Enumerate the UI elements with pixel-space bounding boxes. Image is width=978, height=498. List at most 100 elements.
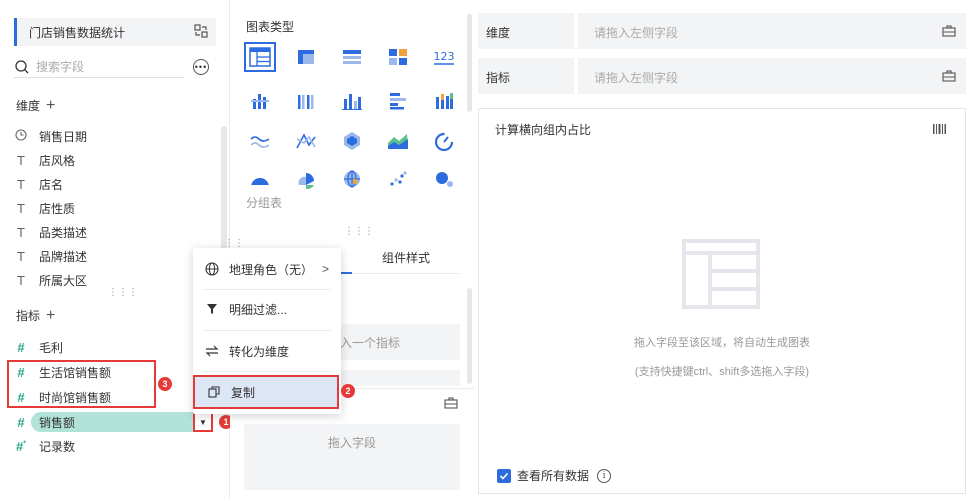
chart-type-bubble[interactable] bbox=[428, 164, 460, 194]
chart-type-detail-table[interactable] bbox=[336, 42, 368, 72]
chart-type-scrollbar[interactable] bbox=[467, 14, 472, 112]
rose-chart-icon bbox=[298, 173, 314, 189]
dimension-field[interactable]: T 品牌描述 bbox=[14, 246, 87, 266]
chart-type-map[interactable] bbox=[336, 164, 368, 194]
info-icon[interactable]: i bbox=[597, 468, 612, 483]
grouped-bar-icon bbox=[298, 95, 314, 109]
menu-divider bbox=[203, 330, 331, 331]
filter-icon bbox=[205, 303, 219, 315]
annotation-badge-3: 3 bbox=[158, 377, 172, 391]
chart-type-column[interactable] bbox=[336, 86, 368, 116]
stacked-column-icon bbox=[436, 93, 453, 109]
dataset-name: 门店销售数据统计 bbox=[29, 25, 126, 40]
view-all-data-row[interactable]: 查看所有数据 i bbox=[497, 467, 612, 484]
empty-hint: 拖入字段至该区域，将自动生成图表 bbox=[634, 337, 810, 349]
map-globe-icon bbox=[344, 170, 360, 188]
dataset-selector[interactable]: 门店销售数据统计 bbox=[14, 18, 216, 46]
menu-item-geo-role[interactable]: 地理角色（无） > bbox=[193, 252, 341, 286]
chart-type-kpi-panel[interactable] bbox=[382, 42, 414, 72]
switch-dataset-icon[interactable] bbox=[194, 24, 208, 38]
cross-table-icon bbox=[298, 50, 314, 64]
chart-type-cross-table[interactable] bbox=[290, 42, 322, 72]
chart-type-line[interactable] bbox=[244, 126, 276, 156]
broken-line-icon bbox=[296, 133, 316, 149]
panel-resize-handle[interactable]: ⋮⋮⋮ bbox=[344, 226, 374, 237]
text-type-icon: T bbox=[17, 248, 25, 264]
area-chart-icon bbox=[388, 134, 408, 149]
chart-type-area[interactable] bbox=[382, 126, 414, 156]
add-dimension-icon[interactable]: + bbox=[46, 97, 55, 114]
measure-shelf-placeholder: 请拖入左侧字段 bbox=[594, 71, 679, 85]
menu-item-copy[interactable]: 复制 bbox=[193, 375, 339, 409]
radar-chart-icon bbox=[344, 132, 360, 150]
empty-chart-illustration bbox=[682, 239, 760, 309]
resize-handle[interactable]: ⋮⋮⋮ bbox=[108, 287, 138, 298]
briefcase-icon[interactable] bbox=[942, 70, 956, 82]
briefcase-icon[interactable] bbox=[444, 397, 458, 409]
chart-type-indicator-card[interactable]: 123 bbox=[428, 42, 460, 72]
number-card-icon: 123 bbox=[434, 50, 455, 65]
add-measure-icon[interactable]: + bbox=[46, 307, 55, 324]
field-drop-zone[interactable]: 拖入字段 bbox=[244, 424, 460, 490]
copy-icon bbox=[207, 386, 221, 398]
measure-field[interactable]: # 毛利 bbox=[14, 337, 63, 357]
dimension-field[interactable]: T 店名 bbox=[14, 174, 63, 194]
measure-shelf[interactable]: 指标 请拖入左侧字段 bbox=[478, 58, 966, 94]
text-type-icon: T bbox=[17, 272, 25, 288]
menu-item-detail-filter[interactable]: 明细过滤... bbox=[193, 292, 341, 326]
view-all-checkbox[interactable] bbox=[497, 468, 511, 483]
dimension-field[interactable]: T 店性质 bbox=[14, 198, 75, 218]
chart-type-horizontal-bar[interactable] bbox=[382, 86, 414, 116]
measure-field[interactable]: #* 记录数 bbox=[14, 436, 75, 456]
field-search[interactable]: 搜索字段 bbox=[14, 56, 184, 78]
text-type-icon: T bbox=[17, 224, 25, 240]
chart-type-pie[interactable] bbox=[244, 164, 276, 194]
chart-type-radar[interactable] bbox=[336, 126, 368, 156]
svg-text:123: 123 bbox=[434, 50, 455, 63]
more-options-icon[interactable]: ••• bbox=[193, 59, 209, 75]
barcode-icon[interactable] bbox=[933, 123, 947, 135]
app-root: 门店销售数据统计 搜索字段 ••• 维度 + 销售日期 T 店风格 T 店名 T… bbox=[0, 0, 978, 498]
field-context-menu: 地理角色（无） > 明细过滤... 转化为维度 复制 bbox=[193, 248, 341, 414]
chart-type-rose[interactable] bbox=[290, 164, 322, 194]
dimension-field[interactable]: 销售日期 bbox=[14, 126, 87, 146]
detail-table-icon bbox=[343, 50, 361, 64]
search-input[interactable]: 搜索字段 bbox=[36, 58, 84, 75]
config-scrollbar[interactable] bbox=[467, 288, 472, 384]
caret-down-icon: ▼ bbox=[199, 417, 207, 427]
chart-type-name-label: 分组表 bbox=[246, 196, 283, 210]
chart-type-scatter[interactable] bbox=[382, 164, 414, 194]
menu-item-convert-dimension[interactable]: 转化为维度 bbox=[193, 334, 341, 368]
dimension-field[interactable]: T 品类描述 bbox=[14, 222, 87, 242]
shelf-separator bbox=[574, 58, 578, 94]
chart-canvas[interactable]: 计算横向组内占比 拖入字段至该区域，将自动生成图表 (支持快捷键ctrl、shi… bbox=[478, 108, 966, 494]
chart-type-title: 图表类型 bbox=[246, 20, 295, 34]
scatter-chart-icon bbox=[390, 171, 407, 186]
number-type-icon: # bbox=[17, 414, 25, 430]
checkmark-icon bbox=[499, 472, 509, 480]
dimension-field[interactable]: T 店风格 bbox=[14, 150, 75, 170]
menu-divider bbox=[203, 371, 331, 372]
briefcase-icon[interactable] bbox=[942, 25, 956, 37]
annotation-box-3 bbox=[7, 360, 156, 408]
chart-type-bar[interactable] bbox=[244, 86, 276, 116]
selected-measure-chip[interactable]: 销售额 bbox=[31, 412, 197, 432]
shelf-separator bbox=[574, 13, 578, 49]
search-icon bbox=[15, 59, 29, 73]
measure-section-title: 指标 + bbox=[16, 306, 56, 324]
dimension-shelf[interactable]: 维度 请拖入左侧字段 bbox=[478, 13, 966, 49]
chart-type-grouped-bar[interactable] bbox=[290, 86, 322, 116]
clock-icon bbox=[14, 128, 28, 144]
text-type-icon: T bbox=[17, 200, 25, 216]
component-title[interactable]: 计算横向组内占比 bbox=[495, 121, 591, 138]
number-type-icon: # bbox=[17, 339, 25, 355]
tab-component-style[interactable]: 组件样式 bbox=[382, 249, 430, 266]
field-dropdown-button[interactable]: ▼ bbox=[193, 412, 213, 432]
chart-type-broken-line[interactable] bbox=[290, 126, 322, 156]
dimension-shelf-placeholder: 请拖入左侧字段 bbox=[594, 26, 679, 40]
chart-type-stacked-column[interactable] bbox=[428, 86, 460, 116]
dimension-field[interactable]: T 所属大区 bbox=[14, 270, 87, 290]
chart-type-group-table[interactable] bbox=[244, 42, 276, 72]
chart-type-gauge[interactable] bbox=[428, 126, 460, 156]
text-type-icon: T bbox=[17, 176, 25, 192]
